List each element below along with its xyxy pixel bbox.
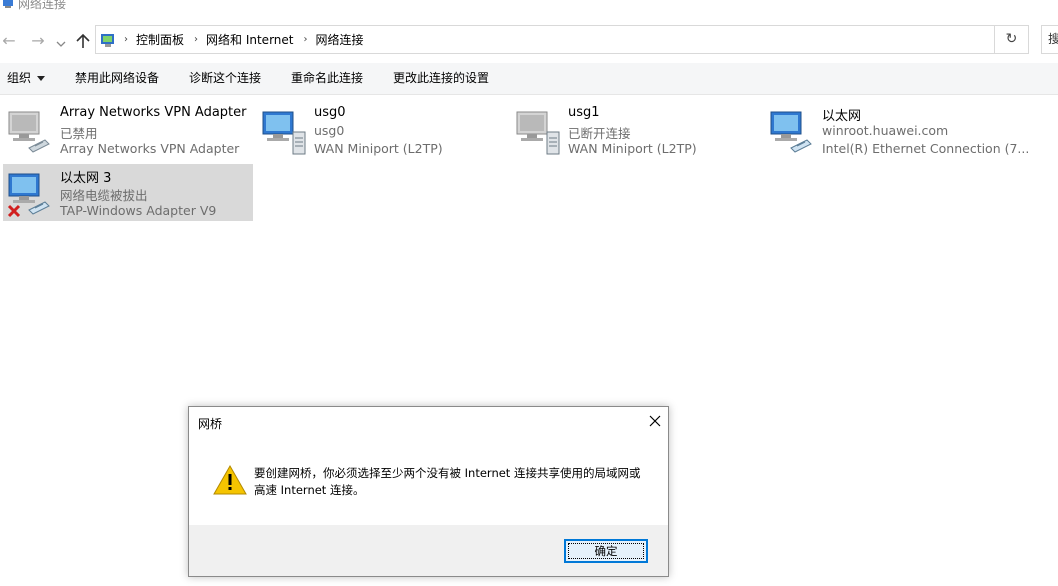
navigation-bar: ← → › 控制面板 › 网络和 Internet › 网络连接 ↻ 搜 (0, 24, 1058, 58)
window-title: 网络连接 (18, 0, 67, 11)
connection-name: 以太网 3 (60, 171, 112, 186)
connection-device: WAN Miniport (L2TP) (314, 141, 443, 156)
recent-chevron-icon[interactable] (56, 39, 66, 49)
connection-item-usg1[interactable]: usg1 已断开连接 WAN Miniport (L2TP) (511, 102, 761, 159)
breadcrumb-network-internet[interactable]: 网络和 Internet (206, 31, 293, 48)
red-x-icon (7, 204, 21, 218)
forward-arrow-icon[interactable]: → (29, 32, 47, 50)
ok-label: 确定 (594, 544, 618, 558)
title-bar: 网络连接 (0, 0, 66, 12)
network-bridge-dialog: 网桥 要创建网桥，你必须选择至少两个没有被 Internet 连接共享使用的局域… (188, 406, 669, 577)
connection-status: 已断开连接 (568, 126, 631, 141)
close-icon[interactable] (647, 413, 663, 429)
connection-item-array-networks[interactable]: Array Networks VPN Adapter 已禁用 Array Net… (3, 102, 253, 159)
connection-name: usg0 (314, 105, 346, 120)
ok-button[interactable]: 确定 (564, 539, 648, 563)
connection-item-usg0[interactable]: usg0 usg0 WAN Miniport (L2TP) (257, 102, 507, 159)
connection-name: usg1 (568, 105, 600, 120)
warning-icon (213, 464, 247, 495)
chevron-right-icon[interactable]: › (303, 34, 307, 45)
up-arrow-icon[interactable] (74, 32, 92, 50)
change-settings-button[interactable]: 更改此连接的设置 (393, 63, 489, 94)
address-bar[interactable]: › 控制面板 › 网络和 Internet › 网络连接 (95, 25, 995, 54)
command-bar: 组织 禁用此网络设备 诊断这个连接 重命名此连接 更改此连接的设置 (0, 63, 1058, 95)
connection-status: usg0 (314, 123, 345, 138)
organize-label: 组织 (7, 71, 32, 85)
breadcrumb: › 控制面板 › 网络和 Internet › 网络连接 (122, 26, 372, 53)
breadcrumb-network-connections[interactable]: 网络连接 (315, 31, 363, 48)
rename-button[interactable]: 重命名此连接 (291, 63, 363, 94)
chevron-right-icon[interactable]: › (194, 34, 198, 45)
disable-device-button[interactable]: 禁用此网络设备 (75, 63, 159, 94)
vpn-connection-icon (516, 111, 560, 155)
refresh-icon: ↻ (1005, 31, 1018, 47)
caret-down-icon (37, 76, 46, 81)
refresh-button[interactable]: ↻ (995, 25, 1029, 54)
connection-device: TAP-Windows Adapter V9 (60, 203, 217, 218)
network-connections-icon (3, 0, 13, 8)
connection-item-ethernet-3[interactable]: 以太网 3 网络电缆被拔出 TAP-Windows Adapter V9 (3, 164, 253, 221)
connection-status: winroot.huawei.com (822, 123, 949, 138)
connection-status: 网络电缆被拔出 (60, 188, 148, 203)
connection-device: Intel(R) Ethernet Connection (7... (822, 141, 1030, 156)
diagnose-button[interactable]: 诊断这个连接 (189, 63, 261, 94)
ethernet-adapter-icon (7, 173, 50, 218)
connection-device: WAN Miniport (L2TP) (568, 141, 697, 156)
connection-name: 以太网 (822, 109, 862, 124)
organize-menu[interactable]: 组织 (7, 63, 46, 94)
ethernet-adapter-icon (8, 111, 50, 153)
breadcrumb-control-panel[interactable]: 控制面板 (136, 31, 184, 48)
dialog-title: 网桥 (198, 417, 223, 431)
dialog-footer: 确定 (189, 525, 668, 576)
search-input[interactable]: 搜 (1041, 25, 1058, 54)
connection-status: 已禁用 (60, 126, 98, 141)
connection-device: Array Networks VPN Adapter (60, 141, 240, 156)
dialog-message: 要创建网桥，你必须选择至少两个没有被 Internet 连接共享使用的局域网或高… (254, 466, 641, 497)
control-panel-icon (101, 34, 114, 47)
back-arrow-icon[interactable]: ← (0, 32, 18, 50)
chevron-right-icon[interactable]: › (124, 34, 128, 45)
connection-name: Array Networks VPN Adapter (60, 105, 247, 120)
vpn-connection-icon (262, 111, 306, 155)
ethernet-adapter-icon (770, 111, 812, 153)
connection-item-ethernet[interactable]: 以太网 winroot.huawei.com Intel(R) Ethernet… (765, 102, 1029, 159)
